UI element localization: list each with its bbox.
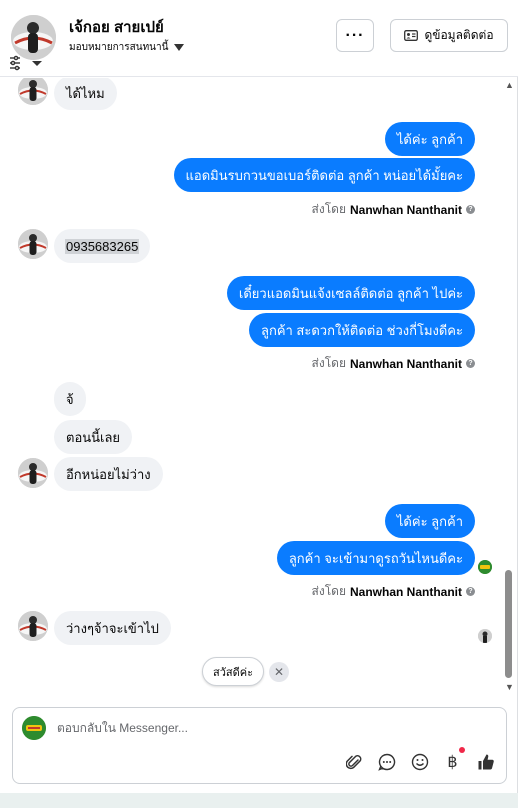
attachment-icon[interactable] bbox=[343, 751, 364, 772]
incoming-message[interactable]: ได้ไหม bbox=[54, 78, 117, 110]
outgoing-message[interactable]: ลูกค้า สะดวกให้ติดต่อ ช่วงกี่โมงดีคะ bbox=[248, 313, 475, 347]
outgoing-message[interactable]: แอดมินรบกวนขอเบอร์ติดต่อ ลูกค้า หน่อยได้… bbox=[173, 158, 475, 192]
assign-conversation-dropdown[interactable]: มอบหมายการสนทนานี้ bbox=[69, 40, 185, 55]
saved-reply-icon[interactable] bbox=[376, 751, 397, 772]
filter-icon[interactable] bbox=[8, 55, 44, 71]
scrollbar[interactable]: ▲ ▼ bbox=[504, 80, 514, 694]
contact-card-icon bbox=[404, 30, 419, 41]
outgoing-message[interactable]: ได้ค่ะ ลูกค้า bbox=[384, 504, 475, 538]
assign-label: มอบหมายการสนทนานี้ bbox=[69, 42, 169, 53]
info-icon[interactable]: ? bbox=[466, 359, 475, 368]
quick-reply-chip[interactable]: สวัสดีค่ะ bbox=[202, 657, 265, 686]
sent-by-label: ส่งโดย Nanwhan Nanthanit ? bbox=[312, 354, 475, 373]
incoming-message[interactable]: ว่างๆจ้าจะเข้าไป bbox=[54, 611, 171, 645]
outgoing-message[interactable]: ลูกค้า จะเข้ามาดูรถวันไหนดีคะ bbox=[276, 541, 475, 575]
outgoing-message[interactable]: เดี๋ยวแอดมินแจ้งเซลล์ติดต่อ ลูกค้า ไปค่ะ bbox=[226, 276, 475, 310]
contact-avatar-small bbox=[18, 458, 48, 488]
incoming-message[interactable]: ตอนนี้เลย bbox=[54, 420, 133, 454]
outgoing-message[interactable]: ได้ค่ะ ลูกค้า bbox=[384, 122, 475, 156]
more-icon: ··· bbox=[345, 26, 365, 44]
view-contact-label: ดูข้อมูลติดต่อ bbox=[424, 28, 494, 42]
sent-by-label: ส่งโดย Nanwhan Nanthanit ? bbox=[312, 200, 475, 219]
contact-avatar-small bbox=[18, 229, 48, 259]
scroll-down-arrow[interactable]: ▼ bbox=[505, 682, 514, 692]
like-icon[interactable] bbox=[475, 751, 496, 772]
sent-by-label: ส่งโดย Nanwhan Nanthanit ? bbox=[312, 582, 475, 601]
incoming-message[interactable]: จ้ bbox=[54, 382, 86, 416]
contact-avatar-small bbox=[18, 78, 48, 105]
agent-avatar-small bbox=[478, 560, 492, 574]
contact-name: เจ้กอย สายเปย์ bbox=[69, 19, 164, 36]
message-composer: ฿ bbox=[12, 707, 507, 784]
phone-number[interactable]: 0935683265 bbox=[65, 238, 140, 254]
quick-reply-label: สวัสดีค่ะ bbox=[213, 666, 254, 679]
incoming-message[interactable]: อีกหน่อยไม่ว่าง bbox=[54, 457, 163, 491]
emoji-icon[interactable] bbox=[409, 751, 430, 772]
message-thread: ได้ไหม ได้ค่ะ ลูกค้า แอดมินรบกวนขอเบอร์ต… bbox=[0, 78, 518, 700]
view-contact-button[interactable]: ดูข้อมูลติดต่อ bbox=[390, 19, 508, 52]
reply-input[interactable] bbox=[57, 717, 457, 739]
composer-toolbar: ฿ bbox=[343, 747, 496, 772]
scroll-up-arrow[interactable]: ▲ bbox=[505, 80, 514, 90]
info-icon[interactable]: ? bbox=[466, 205, 475, 214]
page-logo bbox=[22, 716, 46, 740]
seen-indicator-avatar bbox=[478, 629, 492, 643]
conversation-header: เจ้กอย สายเปย์ มอบหมายการสนทนานี้ ··· ดู… bbox=[0, 0, 518, 77]
incoming-message[interactable]: 0935683265 bbox=[54, 229, 151, 263]
close-icon[interactable]: ✕ bbox=[269, 662, 289, 682]
more-options-button[interactable]: ··· bbox=[336, 19, 374, 52]
notification-dot bbox=[459, 747, 465, 753]
contact-avatar-small bbox=[18, 611, 48, 641]
conversation-panel: เจ้กอย สายเปย์ มอบหมายการสนทนานี้ ··· ดู… bbox=[0, 0, 518, 793]
contact-avatar[interactable] bbox=[11, 15, 56, 60]
scrollbar-thumb[interactable] bbox=[505, 570, 512, 678]
baht-icon[interactable]: ฿ bbox=[442, 747, 465, 772]
chevron-down-icon bbox=[174, 44, 185, 51]
info-icon[interactable]: ? bbox=[466, 587, 475, 596]
